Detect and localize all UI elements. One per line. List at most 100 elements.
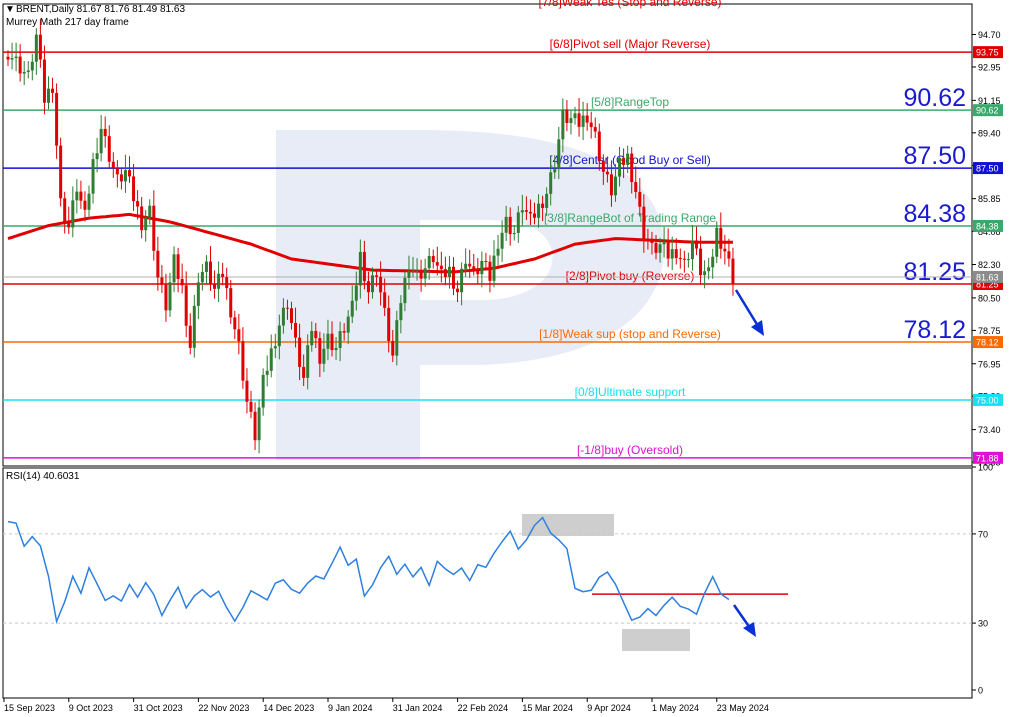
candle-body [565,109,569,123]
candle-body [314,330,318,339]
candle-body [217,273,221,289]
candle-body [38,34,42,60]
candle-body [690,240,694,260]
candle-body [350,300,354,317]
candle-body [488,261,492,281]
level-big-value: 84.38 [903,200,966,228]
candle-body [472,266,476,269]
candle-body [30,61,34,71]
candle-body [51,88,55,93]
candle-body [703,271,707,276]
price-level-tag-label: 87.50 [976,164,999,174]
candle-body [573,113,577,119]
candle-body [520,210,524,213]
candle-body [395,320,399,356]
candle-body [371,275,374,293]
price-tick-label: 78.75 [978,326,1001,336]
candle-body [662,242,666,245]
candle-body [26,70,30,72]
candle-body [447,266,451,278]
candle-body [541,203,545,208]
candle-body [362,251,366,282]
candle-body [699,248,703,276]
candle-body [249,401,253,412]
candle-body [241,341,245,381]
chart-window[interactable]: [7/8]Weak Tes (Stop and Reverse) [6/8]Piv… [0,0,1012,717]
candle-body [107,136,111,162]
candle-body [188,325,192,348]
menu-dropdown-icon[interactable]: ▼ [5,4,15,15]
candle-body [281,307,285,326]
candle-body [622,157,626,165]
candle-body [686,259,690,261]
candle-body [715,227,719,257]
candle-body [298,337,302,367]
candle-body [176,254,180,279]
candle-body [318,338,322,364]
level-big-value: 81.25 [903,258,966,286]
candle-body [265,370,269,375]
symbol-header: BRENT,Daily 81.67 81.76 81.49 81.63 [16,4,185,15]
date-tick-label: 9 Apr 2024 [587,703,631,713]
candle-body [269,348,273,371]
candle-body [609,174,613,196]
candle-body [358,251,362,286]
candle-body [500,232,504,249]
candle-body [103,128,107,137]
rsi-pane[interactable]: 100 70 30 0 [2,463,993,699]
candle-body [601,160,605,172]
candle-body [148,205,152,218]
candle-body [6,56,10,60]
candle-body [334,347,338,351]
candle-body [391,340,395,356]
candle-body [375,275,379,277]
candle-body [585,115,589,123]
candle-body [650,241,654,244]
candle-body [528,211,532,214]
candle-body [407,271,411,278]
price-tick-label: 76.95 [978,359,1001,369]
candle-body [237,329,241,342]
candle-body [626,153,630,165]
candle-body [581,115,585,127]
candle-body [456,288,460,293]
date-tick-label: 23 May 2024 [717,703,769,713]
date-tick-label: 15 Mar 2024 [522,703,573,713]
candle-body [678,258,682,260]
candle-body [707,267,711,272]
candle-body [504,216,508,233]
candle-body [569,118,573,123]
level-big-value: 78.12 [903,316,966,344]
candle-body [132,176,136,202]
candle-body [10,58,14,60]
rsi-pane-border [2,467,973,699]
candle-body [257,407,261,441]
price-tick-label: 73.40 [978,425,1001,435]
candle-body [549,172,553,194]
candle-body [695,240,698,249]
candle-body [322,348,326,364]
candle-body [630,153,634,182]
price-level-tag-label: 90.62 [976,106,999,116]
date-tick-label: 22 Nov 2023 [198,703,249,713]
candle-body [634,181,638,192]
date-tick-label: 14 Dec 2023 [263,703,314,713]
price-tick-label: 80.50 [978,293,1001,303]
candle-body [723,248,727,252]
candle-body [383,292,387,308]
date-tick-label: 15 Sep 2023 [4,703,55,713]
candle-body [253,411,257,441]
candle-body [273,346,277,349]
candle-body [460,268,464,293]
candle-body [164,284,168,311]
candle-body [99,128,103,154]
candle-body [128,170,131,177]
candle-body [646,239,650,242]
candle-body [346,316,350,333]
candle-body [168,282,172,311]
candle-body [140,206,144,231]
indicator-name: Murrey Math 217 day frame [6,17,129,28]
candle-body [666,242,670,259]
candle-body [516,212,520,233]
candle-body [115,168,119,175]
